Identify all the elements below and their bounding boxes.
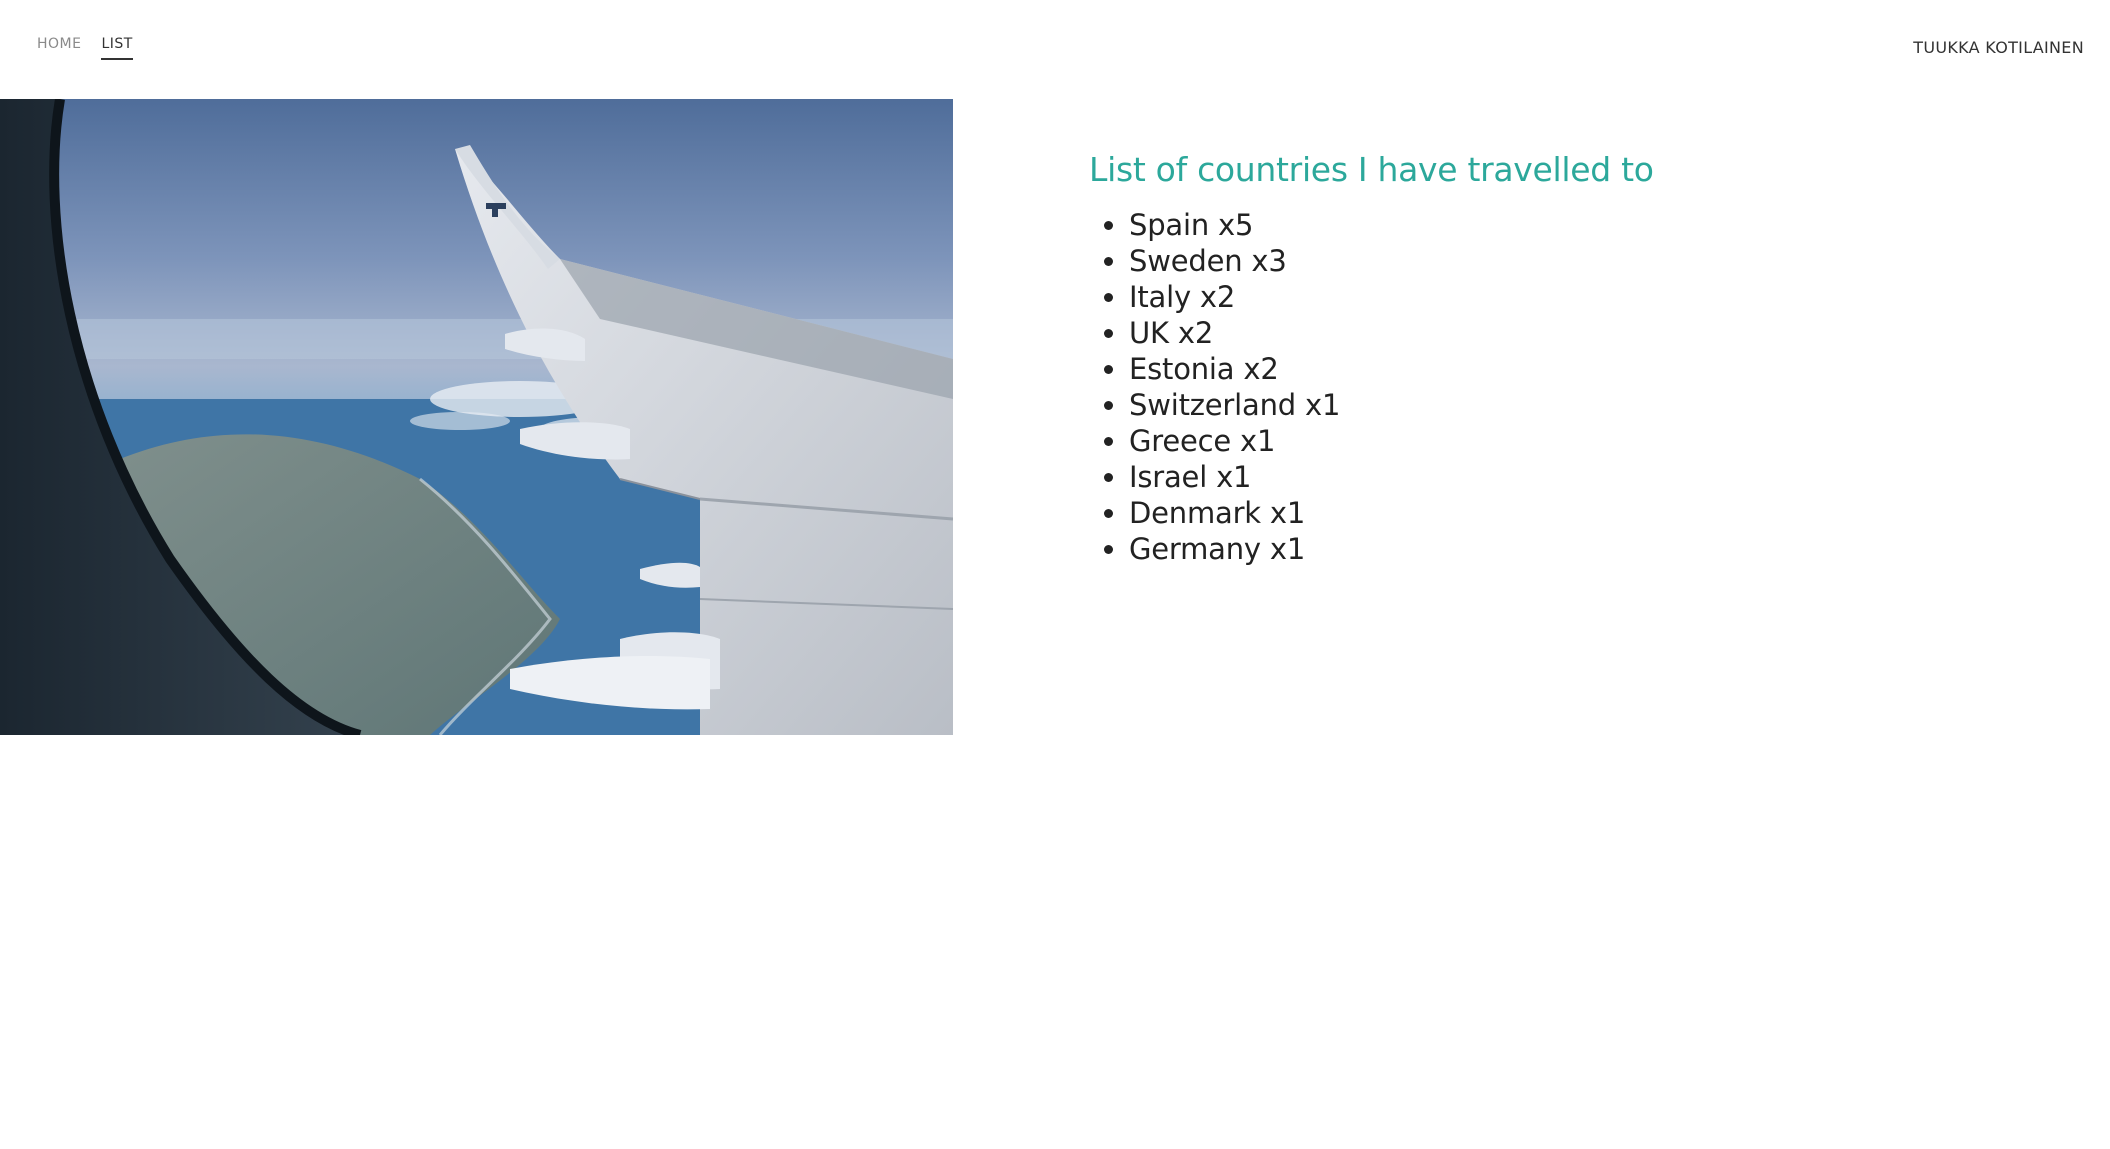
list-item: Estonia x2 (1129, 351, 1654, 387)
page-title: List of countries I have travelled to (1089, 150, 1654, 189)
hero-image (0, 99, 953, 735)
list-item: Italy x2 (1129, 279, 1654, 315)
list-item: UK x2 (1129, 315, 1654, 351)
nav-home-link[interactable]: HOME (37, 36, 81, 60)
list-item: Spain x5 (1129, 207, 1654, 243)
list-item: Switzerland x1 (1129, 387, 1654, 423)
airplane-window-photo (0, 99, 953, 735)
site-owner-name[interactable]: TUUKKA KOTILAINEN (1913, 38, 2084, 57)
list-item: Sweden x3 (1129, 243, 1654, 279)
top-nav: HOME LIST (37, 36, 133, 60)
page: HOME LIST TUUKKA KOTILAINEN List of coun… (0, 0, 2110, 1149)
list-item: Germany x1 (1129, 531, 1654, 567)
list-item: Denmark x1 (1129, 495, 1654, 531)
list-item: Greece x1 (1129, 423, 1654, 459)
country-list: Spain x5 Sweden x3 Italy x2 UK x2 Estoni… (1089, 207, 1654, 567)
main-content: List of countries I have travelled to Sp… (1089, 150, 1654, 567)
nav-list-link[interactable]: LIST (101, 36, 133, 60)
list-item: Israel x1 (1129, 459, 1654, 495)
